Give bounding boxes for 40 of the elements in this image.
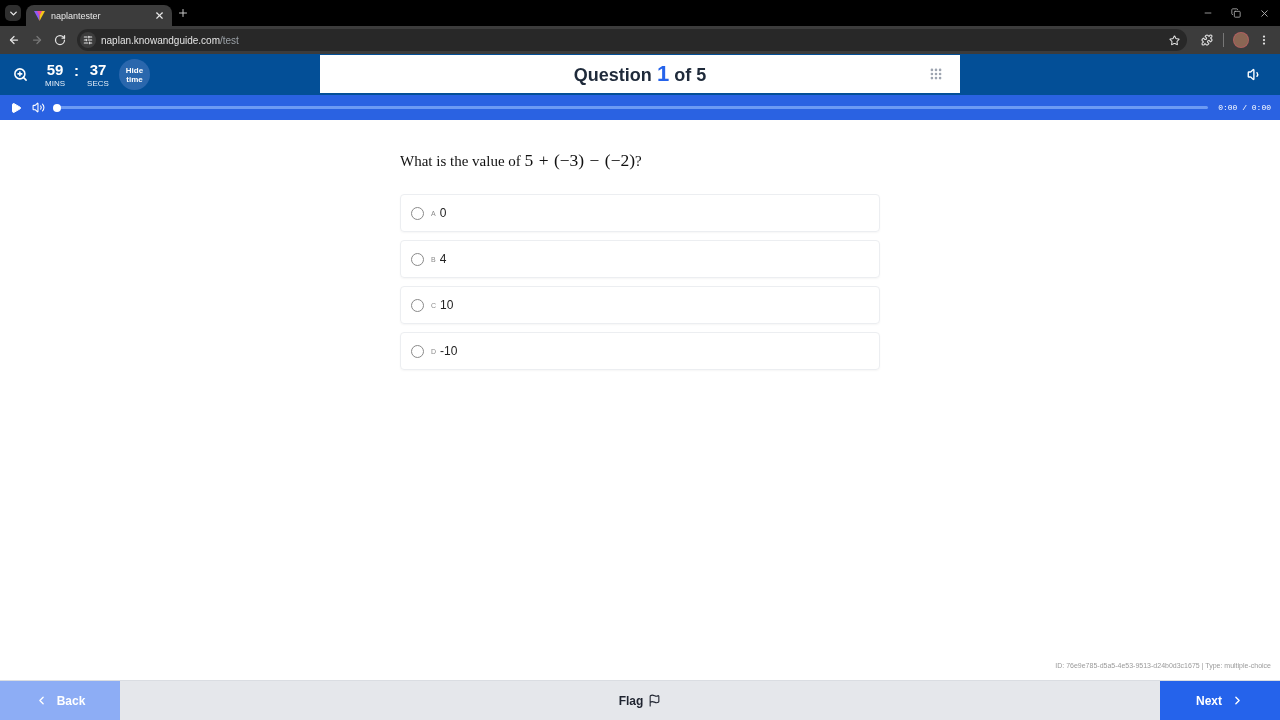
- grid-dots-icon[interactable]: [929, 67, 943, 81]
- close-icon[interactable]: [154, 10, 165, 21]
- address-field[interactable]: naplan.knowandguide.com/test: [77, 29, 1187, 51]
- timer-seconds: 37: [89, 61, 107, 78]
- option-text: 4: [439, 252, 447, 266]
- flag-icon: [648, 694, 662, 707]
- close-icon[interactable]: [1259, 7, 1270, 19]
- audio-time: 0:00 / 0:00: [1218, 103, 1271, 112]
- radio-button[interactable]: [411, 252, 424, 266]
- play-icon[interactable]: [10, 101, 22, 114]
- radio-button[interactable]: [411, 344, 424, 358]
- timer-minutes: 59: [46, 61, 64, 78]
- flag-button[interactable]: Flag: [120, 681, 1160, 720]
- audio-progress-thumb[interactable]: [53, 103, 61, 112]
- tab-list-button[interactable]: [5, 5, 21, 21]
- timer-separator: :: [74, 61, 79, 79]
- next-button[interactable]: Next: [1160, 681, 1280, 720]
- site-settings-icon[interactable]: [80, 32, 96, 48]
- radio-button[interactable]: [411, 206, 424, 220]
- extensions-icon[interactable]: [1201, 34, 1213, 46]
- question-counter: Question 1 of 5: [573, 61, 707, 87]
- option-text: 0: [439, 206, 447, 220]
- browser-tab[interactable]: naplantester: [26, 5, 172, 26]
- zoom-in-icon[interactable]: [13, 67, 28, 82]
- restore-icon[interactable]: [1231, 7, 1241, 18]
- timer-unit-label: MINS: [45, 78, 65, 88]
- hide-time-button[interactable]: Hide time: [119, 59, 150, 90]
- option-text: -10: [440, 344, 458, 358]
- volume-icon[interactable]: [32, 101, 45, 114]
- reload-icon[interactable]: [54, 34, 66, 46]
- tab-title: naplantester: [51, 10, 102, 21]
- timer-unit-label: SECS: [87, 78, 109, 88]
- logo-icon: [34, 10, 45, 21]
- option-text: 10: [440, 298, 454, 312]
- question-text: What is the value of 5 + (−3) − (−2)?: [400, 150, 643, 171]
- back-arrow-icon[interactable]: [8, 34, 20, 46]
- radio-button[interactable]: [411, 298, 424, 312]
- new-tab-icon[interactable]: [177, 7, 189, 19]
- url-text: naplan.knowandguide.com/test: [101, 34, 239, 46]
- bookmark-star-icon[interactable]: [1169, 34, 1180, 46]
